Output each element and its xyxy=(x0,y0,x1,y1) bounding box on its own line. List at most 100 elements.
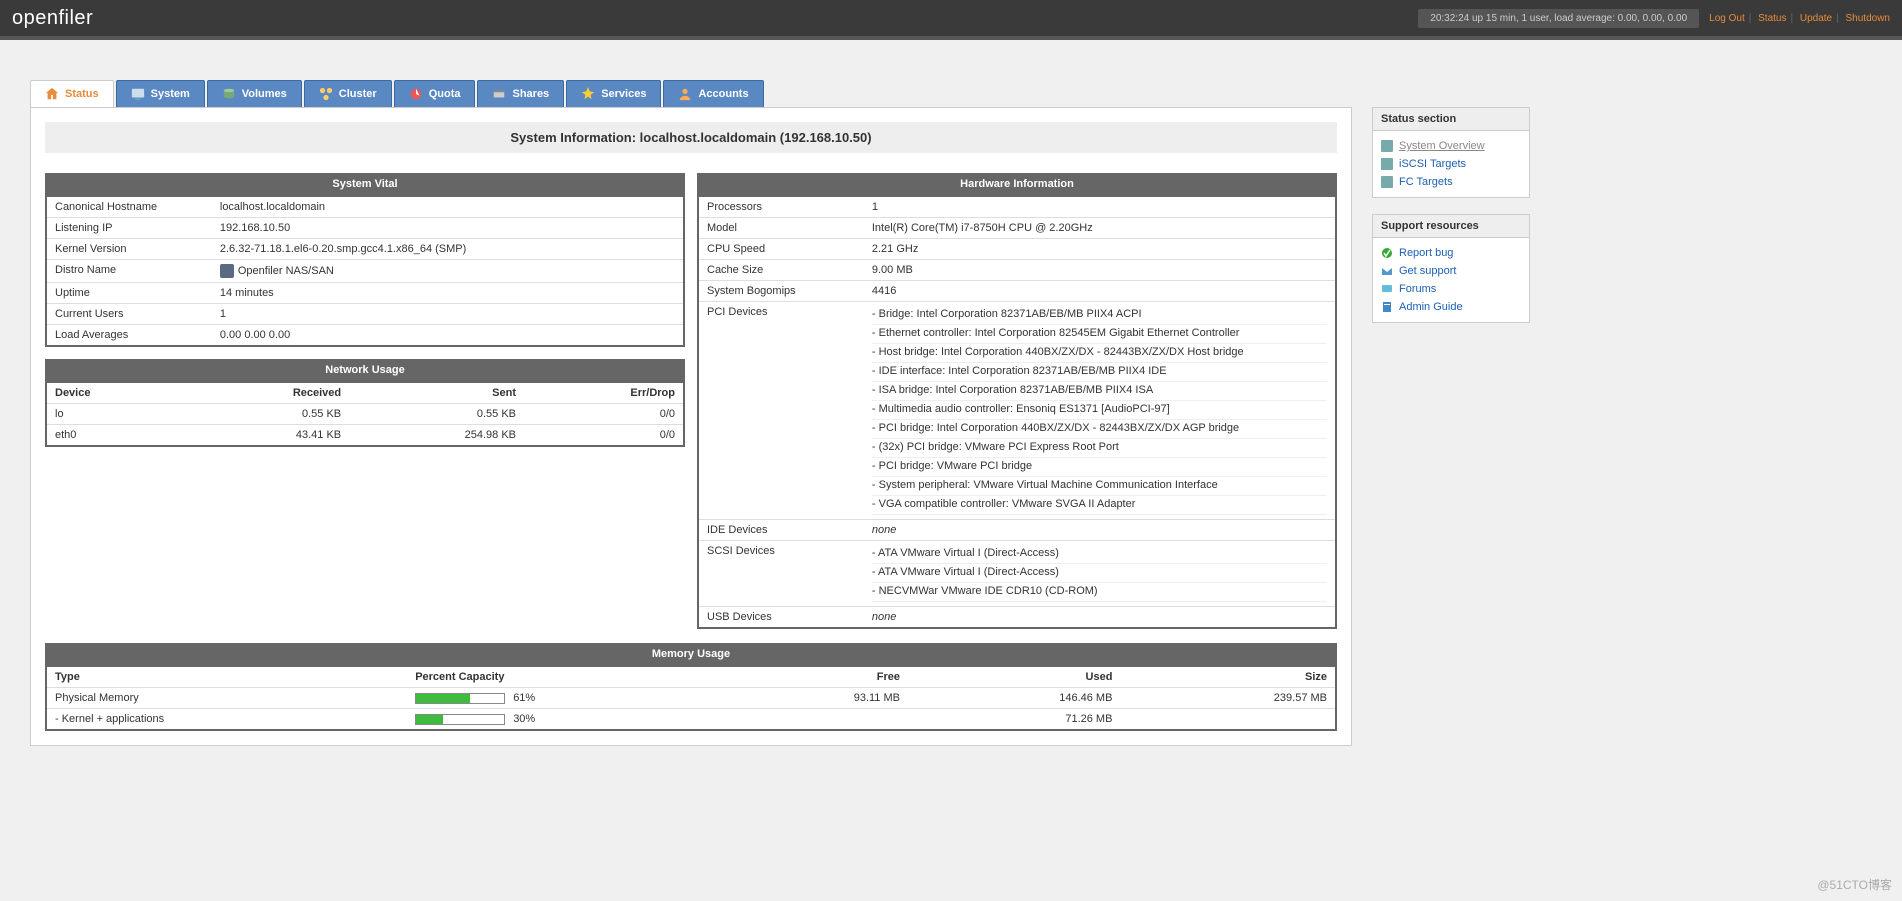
row-label: Processors xyxy=(698,196,864,218)
top-links: Log Out| Status| Update| Shutdown xyxy=(1709,13,1890,24)
shutdown-link[interactable]: Shutdown xyxy=(1846,13,1890,24)
distro-icon xyxy=(220,264,234,278)
hardware-row: IDE Devicesnone xyxy=(698,520,1336,541)
system-vital-row: Uptime14 minutes xyxy=(46,283,684,304)
volumes-icon xyxy=(222,87,236,101)
memory-usage-caption: Memory Usage xyxy=(45,643,1337,665)
device-item: ISA bridge: Intel Corporation 82371AB/EB… xyxy=(872,382,1327,401)
support-link-admin-guide[interactable]: Admin Guide xyxy=(1381,298,1521,316)
update-link[interactable]: Update xyxy=(1800,13,1832,24)
memory-usage-table: Memory Usage Type Percent Capacity Free … xyxy=(45,643,1337,731)
row-label: Load Averages xyxy=(46,325,212,347)
net-cell-device: lo xyxy=(46,404,182,425)
mem-type: Physical Memory xyxy=(46,688,407,709)
row-value: 2.6.32-71.18.1.el6-0.20.smp.gcc4.1.x86_6… xyxy=(212,239,684,260)
sidebar-link-system-overview[interactable]: System Overview xyxy=(1381,137,1521,155)
row-value: 14 minutes xyxy=(212,283,684,304)
status-link[interactable]: Status xyxy=(1758,13,1786,24)
mem-col-used: Used xyxy=(908,666,1120,688)
system-vital-row: Canonical Hostnamelocalhost.localdomain xyxy=(46,196,684,218)
tab-quota[interactable]: Quota xyxy=(394,80,476,107)
net-cell-device: eth0 xyxy=(46,425,182,447)
logout-link[interactable]: Log Out xyxy=(1709,13,1745,24)
device-item: Bridge: Intel Corporation 82371AB/EB/MB … xyxy=(872,306,1327,325)
device-item: ATA VMware Virtual I (Direct-Access) xyxy=(872,564,1327,583)
mem-col-size: Size xyxy=(1120,666,1336,688)
tab-accounts[interactable]: Accounts xyxy=(663,80,763,107)
net-col-sent: Sent xyxy=(349,382,524,404)
row-label: System Bogomips xyxy=(698,281,864,302)
system-icon xyxy=(131,87,145,101)
support-link-report-bug[interactable]: Report bug xyxy=(1381,244,1521,262)
hardware-row: Processors1 xyxy=(698,196,1336,218)
net-cell-sent: 254.98 KB xyxy=(349,425,524,447)
row-value: localhost.localdomain xyxy=(212,196,684,218)
system-vital-row: Current Users1 xyxy=(46,304,684,325)
row-value: Openfiler NAS/SAN xyxy=(212,260,684,283)
system-vital-row: Kernel Version2.6.32-71.18.1.el6-0.20.sm… xyxy=(46,239,684,260)
sidebar-icon xyxy=(1381,176,1393,188)
mem-size: 239.57 MB xyxy=(1120,688,1336,709)
progress-bar xyxy=(415,693,505,704)
sidebar-label: FC Targets xyxy=(1399,176,1453,188)
tab-status[interactable]: Status xyxy=(30,80,114,107)
support-icon xyxy=(1381,283,1393,295)
row-label: PCI Devices xyxy=(698,302,864,520)
row-label: Uptime xyxy=(46,283,212,304)
support-link-get-support[interactable]: Get support xyxy=(1381,262,1521,280)
row-label: Kernel Version xyxy=(46,239,212,260)
sidebar-link-fc-targets[interactable]: FC Targets xyxy=(1381,173,1521,191)
hardware-row: ModelIntel(R) Core(TM) i7-8750H CPU @ 2.… xyxy=(698,218,1336,239)
mem-free: 93.11 MB xyxy=(717,688,908,709)
device-item: Host bridge: Intel Corporation 440BX/ZX/… xyxy=(872,344,1327,363)
support-icon xyxy=(1381,265,1393,277)
home-icon xyxy=(45,87,59,101)
row-value: 2.21 GHz xyxy=(864,239,1336,260)
tab-volumes[interactable]: Volumes xyxy=(207,80,302,107)
row-value: none xyxy=(864,520,1336,541)
net-cell-received: 0.55 KB xyxy=(182,404,349,425)
hardware-row: System Bogomips4416 xyxy=(698,281,1336,302)
sidebar-icon xyxy=(1381,158,1393,170)
status-section-head: Status section xyxy=(1373,108,1529,131)
net-col-received: Received xyxy=(182,382,349,404)
row-label: Listening IP xyxy=(46,218,212,239)
support-label: Admin Guide xyxy=(1399,301,1463,313)
tab-cluster[interactable]: Cluster xyxy=(304,80,392,107)
mem-col-free: Free xyxy=(717,666,908,688)
row-label: Canonical Hostname xyxy=(46,196,212,218)
mem-free xyxy=(717,709,908,731)
top-bar: openfiler 20:32:24 up 15 min, 1 user, lo… xyxy=(0,0,1902,36)
net-col-errdrop: Err/Drop xyxy=(524,382,684,404)
mem-used: 146.46 MB xyxy=(908,688,1120,709)
status-section-box: Status section System Overview iSCSI Targ… xyxy=(1372,107,1530,198)
row-label: Model xyxy=(698,218,864,239)
accounts-icon xyxy=(678,87,692,101)
device-item: PCI bridge: VMware PCI bridge xyxy=(872,458,1327,477)
services-icon xyxy=(581,87,595,101)
main-tabs: Status System Volumes Cluster Quota Shar… xyxy=(30,80,1530,107)
device-item: NECVMWar VMware IDE CDR10 (CD-ROM) xyxy=(872,583,1327,602)
network-row: eth043.41 KB254.98 KB0/0 xyxy=(46,425,684,447)
memory-row: Physical Memory61%93.11 MB146.46 MB239.5… xyxy=(46,688,1336,709)
network-row: lo0.55 KB0.55 KB0/0 xyxy=(46,404,684,425)
row-label: Distro Name xyxy=(46,260,212,283)
sidebar-link-iscsi-targets[interactable]: iSCSI Targets xyxy=(1381,155,1521,173)
sidebar-label: System Overview xyxy=(1399,140,1485,152)
network-usage-table: Network Usage Device Received Sent Err/D… xyxy=(45,359,685,447)
hardware-row: Cache Size9.00 MB xyxy=(698,260,1336,281)
support-link-forums[interactable]: Forums xyxy=(1381,280,1521,298)
tab-shares[interactable]: Shares xyxy=(477,80,564,107)
row-value: 4416 xyxy=(864,281,1336,302)
row-label: SCSI Devices xyxy=(698,541,864,607)
support-label: Report bug xyxy=(1399,247,1453,259)
support-resources-box: Support resources Report bugGet supportF… xyxy=(1372,214,1530,323)
tab-system[interactable]: System xyxy=(116,80,205,107)
tab-services[interactable]: Services xyxy=(566,80,661,107)
row-label: Current Users xyxy=(46,304,212,325)
system-vital-row: Listening IP192.168.10.50 xyxy=(46,218,684,239)
mem-used: 71.26 MB xyxy=(908,709,1120,731)
logo: openfiler xyxy=(12,7,93,30)
hardware-row: USB Devicesnone xyxy=(698,607,1336,629)
system-vital-row: Distro NameOpenfiler NAS/SAN xyxy=(46,260,684,283)
